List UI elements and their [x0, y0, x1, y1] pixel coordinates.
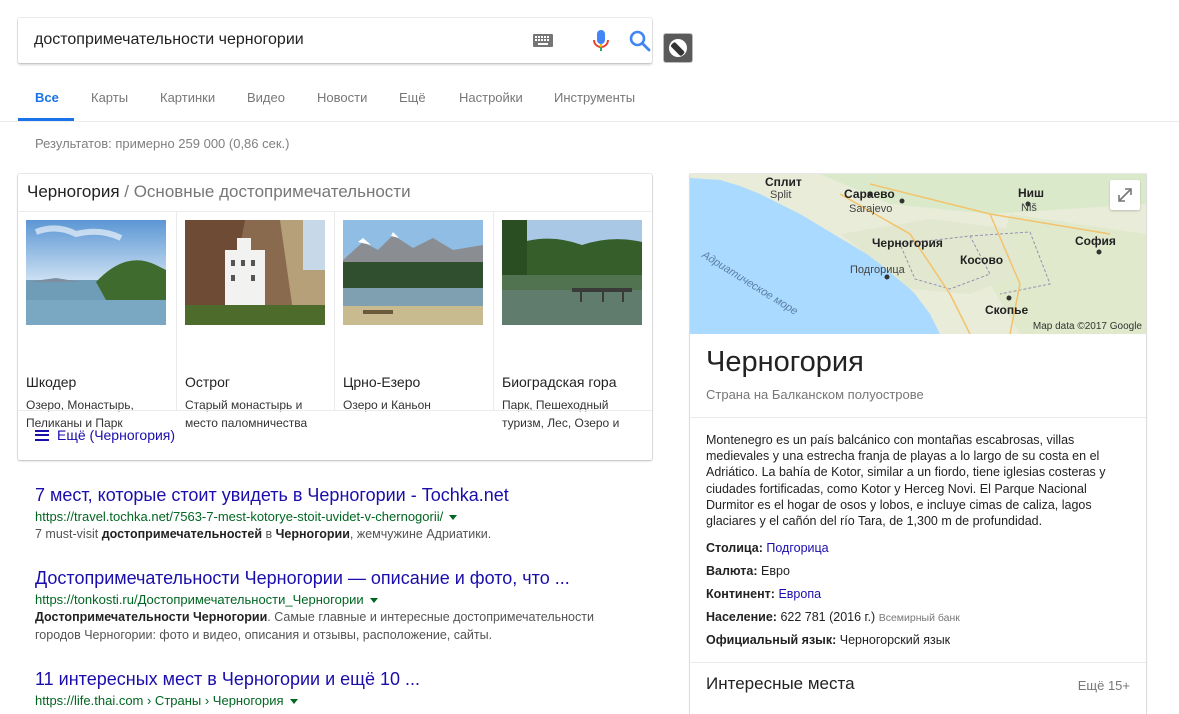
map-credit: Map data ©2017 Google — [1032, 321, 1142, 332]
attractions-heading: Черногория / Основные достопримечательно… — [27, 182, 411, 202]
tab-tools[interactable]: Инструменты — [554, 90, 635, 105]
map-label-nis-lat: Niš — [1021, 202, 1037, 214]
tab-images[interactable]: Картинки — [160, 90, 215, 105]
result-url: https://travel.tochka.net/7563-7-mest-ko… — [35, 509, 635, 524]
attraction-image[interactable] — [343, 220, 483, 325]
attractions-heading-sub: / Основные достопримечательности — [124, 182, 411, 201]
tab-settings[interactable]: Настройки — [459, 90, 523, 105]
map-label-split-lat: Split — [770, 189, 792, 201]
attraction-ostrog[interactable]: Острог Старый монастырь и место паломнич… — [177, 212, 335, 430]
attraction-image[interactable] — [26, 220, 166, 325]
attraction-image[interactable] — [502, 220, 642, 325]
tab-maps[interactable]: Карты — [91, 90, 128, 105]
result-title[interactable]: Достопримечательности Черногории — описа… — [35, 568, 635, 589]
attraction-biogradska-gora[interactable]: Биоградская гора Парк, Пешеходный туризм… — [494, 212, 652, 430]
knowledge-panel: Сплит Split Сараево Sarajevo Ниш Niš Чер… — [690, 174, 1146, 714]
attraction-shkoder[interactable]: Шкодер Озеро, Монастырь, Пеликаны и Парк — [18, 212, 176, 430]
map-label-sarajevo-lat: Sarajevo — [849, 203, 893, 215]
expand-icon — [1118, 188, 1132, 202]
keyboard-icon[interactable] — [533, 34, 553, 47]
kp-subtitle: Страна на Балканском полуострове — [706, 387, 924, 402]
header: достопримечательности черногории Все Кар… — [0, 0, 1179, 122]
search-result: 11 интересных мест в Черногории и ещё 10… — [35, 669, 635, 708]
map-label-sarajevo: Сараево — [844, 187, 895, 201]
microphone-icon[interactable] — [590, 29, 612, 53]
map[interactable]: Сплит Split Сараево Sarajevo Ниш Niš Чер… — [690, 174, 1146, 334]
active-tab-indicator — [18, 118, 74, 121]
search-icon[interactable] — [628, 29, 652, 53]
result-url-text: https://tonkosti.ru/Достопримечательност… — [35, 592, 364, 607]
attraction-name[interactable]: Црно-Езеро — [343, 374, 420, 390]
attractions-heading-country[interactable]: Черногория — [27, 182, 120, 201]
map-label-nis: Ниш — [1018, 186, 1045, 200]
attraction-desc: Старый монастырь и место паломничества — [185, 398, 308, 430]
divider — [690, 417, 1146, 418]
continent-link[interactable]: Европа — [778, 587, 821, 601]
map-label-kosovo: Косово — [960, 253, 1004, 267]
more-attractions-label: Ещё (Черногория) — [57, 427, 176, 443]
map-image — [690, 174, 1146, 334]
fact-language: Официальный язык: Черногорский язык — [706, 633, 951, 647]
map-label-sofia: София — [1075, 234, 1116, 248]
search-input[interactable]: достопримечательности черногории — [34, 31, 304, 49]
attraction-name[interactable]: Острог — [185, 374, 230, 390]
tab-news[interactable]: Новости — [317, 90, 367, 105]
divider — [690, 662, 1146, 663]
result-stats: Результатов: примерно 259 000 (0,86 сек.… — [35, 136, 290, 151]
result-title[interactable]: 7 мест, которые стоит увидеть в Черногор… — [35, 485, 635, 506]
population-source[interactable]: Всемирный банк — [879, 612, 960, 624]
result-url: https://life.thai.com › Страны › Черного… — [35, 693, 635, 708]
map-label-montenegro: Черногория — [872, 236, 943, 250]
attraction-desc: Озеро и Каньон — [343, 398, 431, 412]
attraction-name[interactable]: Биоградская гора — [502, 374, 617, 390]
kp-description: Montenegro es un país balcánico con mont… — [706, 433, 1106, 529]
search-result: 7 мест, которые стоит увидеть в Черногор… — [35, 485, 635, 543]
fact-continent: Континент: Европа — [706, 587, 822, 601]
attractions-card: Черногория / Основные достопримечательно… — [18, 174, 652, 460]
map-label-split: Сплит — [765, 175, 802, 189]
attraction-crno-jezero[interactable]: Црно-Езеро Озеро и Каньон — [335, 212, 493, 412]
fact-population: Население: 622 781 (2016 г.) Всемирный б… — [706, 610, 960, 624]
attraction-image[interactable] — [185, 220, 325, 325]
search-box[interactable]: достопримечательности черногории — [18, 18, 652, 63]
kp-section-more-link[interactable]: Ещё 15+ — [1078, 678, 1130, 693]
fact-capital: Столица: Подгорица — [706, 541, 829, 555]
map-label-podgorica: Подгорица — [850, 264, 905, 276]
result-snippet: Достопримечательности Черногории. Самые … — [35, 610, 594, 642]
result-snippet: 7 must-visit достопримечательностей в Че… — [35, 527, 492, 541]
fact-currency: Валюта: Евро — [706, 564, 790, 578]
kp-section-title: Интересные места — [706, 674, 855, 693]
tab-more[interactable]: Ещё — [399, 90, 426, 105]
divider — [18, 410, 652, 411]
kp-title: Черногория — [706, 346, 864, 378]
result-url-text: https://life.thai.com › Страны › Черного… — [35, 693, 284, 708]
list-icon — [35, 429, 49, 441]
capital-link[interactable]: Подгорица — [766, 541, 828, 555]
search-result: Достопримечательности Черногории — описа… — [35, 568, 635, 644]
attraction-name[interactable]: Шкодер — [26, 374, 76, 390]
more-attractions-link[interactable]: Ещё (Черногория) — [35, 427, 175, 443]
expand-map-button[interactable] — [1110, 180, 1140, 210]
tab-video[interactable]: Видео — [247, 90, 285, 105]
map-label-skopje: Скопье — [985, 303, 1029, 317]
extension-icon[interactable] — [663, 33, 693, 63]
result-url-text: https://travel.tochka.net/7563-7-mest-ko… — [35, 509, 444, 524]
tab-all[interactable]: Все — [35, 90, 59, 105]
result-title[interactable]: 11 интересных мест в Черногории и ещё 10… — [35, 669, 635, 690]
dropdown-arrow-icon[interactable] — [369, 598, 378, 604]
result-url: https://tonkosti.ru/Достопримечательност… — [35, 592, 635, 607]
attraction-desc: Парк, Пешеходный туризм, Лес, Озеро и — [502, 398, 620, 430]
dropdown-arrow-icon[interactable] — [449, 515, 458, 521]
